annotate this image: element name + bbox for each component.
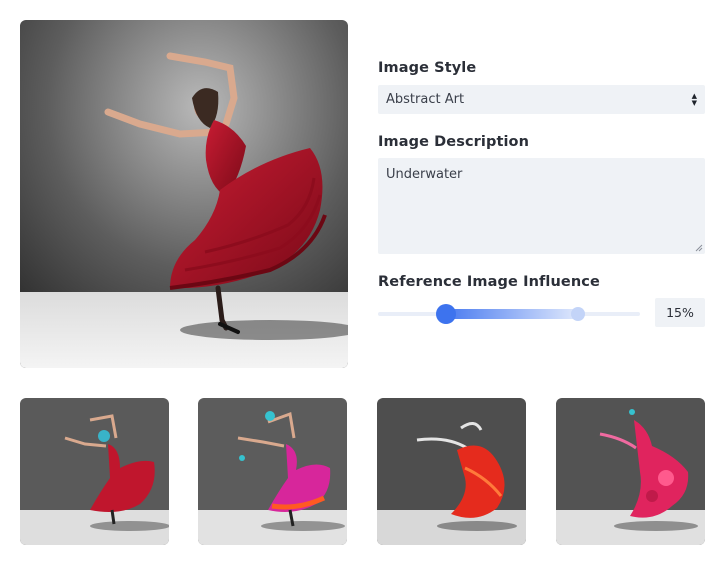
reference-image[interactable]: [20, 20, 348, 368]
thumbnail-variation-1[interactable]: [20, 398, 169, 545]
image-generator-page: Image Style Abstract Art ▲ ▼ Image Descri…: [0, 0, 725, 565]
thumbnail-variation-3[interactable]: [377, 398, 526, 545]
thumbnail-variation-4[interactable]: [556, 398, 705, 545]
image-style-value: Abstract Art: [386, 92, 465, 107]
image-description-value: Underwater: [386, 167, 463, 182]
influence-slider-thumb[interactable]: [436, 304, 456, 324]
influence-value-field[interactable]: 15%: [655, 298, 705, 327]
influence-slider-fill: [446, 309, 578, 319]
thumbnail-variation-2[interactable]: [198, 398, 347, 545]
image-description-textarea[interactable]: Underwater: [378, 158, 705, 254]
influence-slider-end-handle[interactable]: [571, 307, 585, 321]
reference-influence-label: Reference Image Influence: [378, 274, 600, 290]
influence-slider-track[interactable]: [378, 304, 640, 324]
image-style-select[interactable]: Abstract Art ▲ ▼: [378, 85, 705, 114]
resize-handle-icon[interactable]: [695, 244, 703, 252]
image-description-label: Image Description: [378, 134, 530, 150]
select-arrows-icon: ▲ ▼: [691, 92, 697, 107]
image-style-label: Image Style: [378, 60, 477, 76]
